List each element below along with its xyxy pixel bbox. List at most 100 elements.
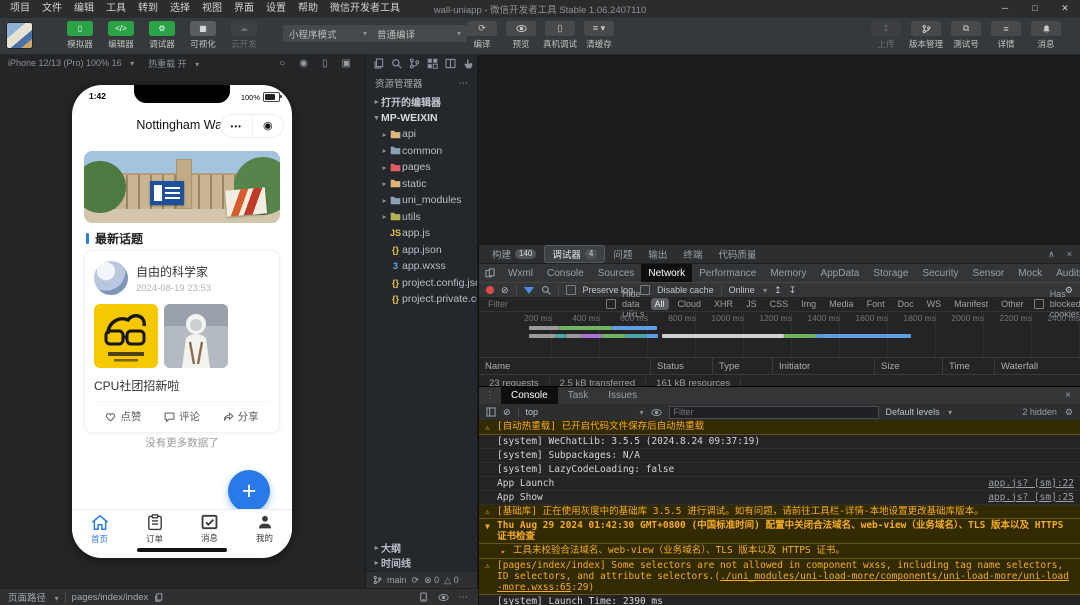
filter-funnel-icon[interactable] [523,286,534,294]
current-page-path[interactable]: pages/index/index [72,592,149,603]
filter-chip-Media[interactable]: Media [825,298,858,310]
more-icon[interactable]: ••• [221,122,252,131]
minimize-button[interactable]: ─ [990,0,1020,18]
close-drawer-icon[interactable]: × [1065,390,1080,401]
column-header-Type[interactable]: Type [713,358,773,374]
mode-select[interactable]: 小程序模式 ▾ [283,25,373,42]
toolbar-button-测试号[interactable]: ⧉ 测试号 [950,21,982,50]
hot-reload-toggle[interactable]: 热重载 开 ▾ [148,57,199,70]
devtools-tab-AppData[interactable]: AppData [813,264,866,282]
extensions-icon[interactable] [427,58,438,69]
post-card[interactable]: 自由的科学家 2024-08-19 23:53 CPU社团招新啦 点赞 评论 分… [84,250,280,433]
column-header-Waterfall[interactable]: Waterfall [995,358,1080,374]
toggle-device-icon[interactable] [479,268,501,278]
preview-eye-icon[interactable] [437,593,449,602]
clear-icon[interactable]: ⊘ [501,285,509,296]
devtools-tab-Security[interactable]: Security [915,264,965,282]
hide-data-urls-checkbox[interactable] [606,299,616,309]
menu-item-微信开发者工具[interactable]: 微信开发者工具 [324,0,406,18]
throttling-select[interactable]: Online ▾ [729,285,768,295]
post-action-点赞[interactable]: 点赞 [94,409,153,424]
devtools-tab-Memory[interactable]: Memory [763,264,813,282]
toolbar-button-清缓存[interactable]: ≡ ▾ 清缓存 [583,21,615,50]
devtools-tab-Audits[interactable]: Audits [1049,264,1080,282]
panel-tab-终端[interactable]: 终端 [676,246,709,262]
maximize-button[interactable]: □ [1020,0,1050,18]
filter-chip-Manifest[interactable]: Manifest [950,298,992,310]
close-button[interactable]: ✕ [1050,0,1080,18]
devtools-tab-Network[interactable]: Network [641,264,693,282]
source-link[interactable]: app.js? [sm]:25 [988,492,1074,503]
column-header-Size[interactable]: Size [875,358,943,374]
filter-chip-Doc[interactable]: Doc [894,298,918,310]
menu-item-选择[interactable]: 选择 [164,0,196,18]
toolbar-button-可视化[interactable]: ▦ 可视化 [187,21,219,50]
menu-item-设置[interactable]: 设置 [260,0,292,18]
menu-item-转到[interactable]: 转到 [132,0,164,18]
tree-item-MP-WEIXIN[interactable]: ▾ MP-WEIXIN [366,110,477,127]
avatar[interactable] [94,261,128,295]
network-filter-input[interactable] [486,298,600,310]
tabbar-item-我的[interactable]: 我的 [237,510,292,548]
split-editor-icon[interactable] [445,58,456,69]
source-link[interactable]: app.js? [sm]:22 [988,478,1074,489]
drawer-tab-Task[interactable]: Task [558,387,599,404]
post-action-评论[interactable]: 评论 [153,409,212,424]
filter-chip-JS[interactable]: JS [742,298,761,310]
filter-chip-All[interactable]: All [650,298,669,310]
tabbar-item-首页[interactable]: 首页 [72,510,127,548]
execution-context-select[interactable]: top ▾ [526,407,644,417]
devtools-tab-Mock[interactable]: Mock [1011,264,1049,282]
compile-select[interactable]: 普通编译 ▾ [371,25,467,42]
more-actions-icon[interactable]: ⋯ [459,78,469,89]
toolbar-button-编译[interactable]: ⟳ 编译 [466,21,498,50]
panel-tab-输出[interactable]: 输出 [641,246,674,262]
post-action-分享[interactable]: 分享 [211,409,270,424]
tabbar-item-消息[interactable]: 消息 [182,510,237,548]
log-levels-select[interactable]: Default levels ▾ [886,407,953,417]
collapse-panel-icon[interactable]: ∧ [1048,249,1055,260]
screenshot-icon[interactable]: ◉ [299,58,308,69]
post-image-figure[interactable] [164,304,228,368]
problems-errors[interactable]: ⊗ 0 [424,575,439,586]
copy-path-icon[interactable] [154,592,163,602]
multi-window-icon[interactable]: ▣ [342,58,351,69]
toolbar-button-消息[interactable]: 消息 [1030,21,1062,50]
record-icon[interactable] [486,286,494,294]
tree-item-app.json[interactable]: {} app.json [366,242,477,259]
import-har-icon[interactable]: ↥ [774,285,782,296]
menu-item-编辑[interactable]: 编辑 [68,0,100,18]
toolbar-button-预览[interactable]: 预览 [505,21,537,50]
tree-item-uni_modules[interactable]: ▸ uni_modules [366,192,477,209]
filter-chip-Font[interactable]: Font [863,298,889,310]
sync-icon[interactable]: ⟳ [412,575,420,586]
tree-item-common[interactable]: ▸ common [366,143,477,160]
device-frame-icon[interactable]: ▯ [322,58,328,69]
toolbar-button-模拟器[interactable]: ▯ 模拟器 [64,21,96,50]
devtools-tab-Performance[interactable]: Performance [692,264,763,282]
console-sidebar-icon[interactable] [486,407,496,417]
tree-item-app.js[interactable]: JS app.js [366,225,477,242]
branch-icon[interactable] [373,575,382,585]
search-icon[interactable] [391,58,402,69]
devtools-tab-Wxml[interactable]: Wxml [501,264,540,282]
menu-item-视图[interactable]: 视图 [196,0,228,18]
section-时间线[interactable]: ▸ 时间线 [366,555,477,570]
menu-item-界面[interactable]: 界面 [228,0,260,18]
panel-tab-构建[interactable]: 构建 140 [485,246,543,262]
filter-chip-Other[interactable]: Other [997,298,1028,310]
tree-item-utils[interactable]: ▸ utils [366,209,477,226]
column-header-Time[interactable]: Time [943,358,995,374]
menu-item-工具[interactable]: 工具 [100,0,132,18]
column-header-Status[interactable]: Status [651,358,713,374]
tree-item-static[interactable]: ▸ static [366,176,477,193]
more-icon[interactable]: ⋯ [459,592,469,603]
toolbar-button-详情[interactable]: ≡ 详情 [990,21,1022,50]
panel-tab-调试器[interactable]: 调试器 4 [544,245,606,263]
close-mini-icon[interactable]: ◉ [251,116,284,136]
tree-item-打开的编辑器[interactable]: ▸ 打开的编辑器 [366,93,477,110]
post-image-cpu-logo[interactable] [94,304,158,368]
tree-item-project.private.config.js...[interactable]: {}project.private.config.js... [366,291,477,308]
console-filter-input[interactable] [668,405,879,419]
hand-pointer-icon[interactable] [463,58,474,69]
